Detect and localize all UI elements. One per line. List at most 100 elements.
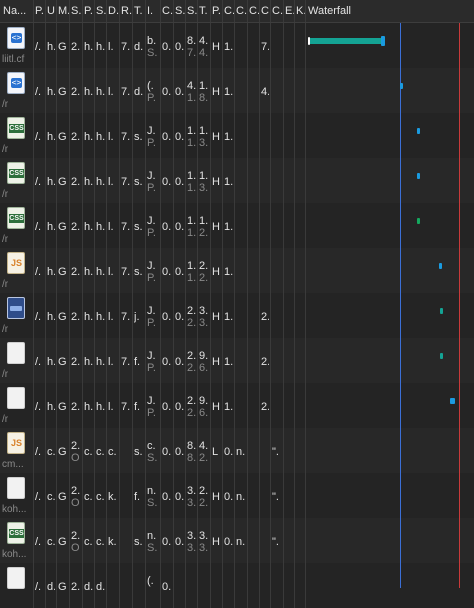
cell-value: 2. — [71, 485, 81, 497]
column-divider[interactable] — [197, 0, 198, 22]
request-name[interactable]: liitl.cf — [2, 54, 24, 65]
waterfall-bar[interactable] — [440, 308, 443, 314]
css-file-icon-glyph: CSS — [9, 169, 24, 178]
column-header-6[interactable]: S. — [96, 0, 106, 22]
column-header-15[interactable]: P. — [212, 0, 222, 22]
cell-c10: (. P. — [147, 68, 159, 113]
column-divider[interactable] — [94, 0, 95, 22]
cell-value: 2. — [261, 356, 269, 368]
column-divider[interactable] — [173, 0, 174, 22]
request-name[interactable]: /r — [2, 144, 8, 155]
column-divider[interactable] — [305, 0, 306, 22]
request-name[interactable]: /r — [2, 279, 8, 290]
cell-c14: 4. 4. — [199, 23, 209, 68]
column-header-0[interactable]: Na... — [3, 0, 33, 22]
column-header-16[interactable]: C. — [224, 0, 234, 22]
cell-subvalue: 1. — [187, 272, 196, 284]
column-divider — [132, 518, 133, 563]
column-header-8[interactable]: R. — [121, 0, 132, 22]
column-header-10[interactable]: I. — [147, 0, 160, 22]
waterfall-bar[interactable] — [308, 38, 384, 44]
column-header-14[interactable]: T. — [199, 0, 210, 22]
column-divider[interactable] — [283, 0, 284, 22]
column-divider[interactable] — [56, 0, 57, 22]
cell-value: c. — [47, 446, 55, 458]
cell-value: h. — [47, 176, 55, 188]
column-divider — [45, 518, 46, 563]
cell-value: c. — [84, 491, 93, 503]
column-header-11[interactable]: C. — [162, 0, 173, 22]
column-divider[interactable] — [45, 0, 46, 22]
column-divider[interactable] — [69, 0, 70, 22]
column-divider — [82, 428, 83, 473]
column-divider[interactable] — [210, 0, 211, 22]
cell-value: l. — [108, 401, 114, 413]
cell-value: h. — [47, 311, 55, 323]
cell-c19 — [261, 473, 269, 518]
column-divider[interactable] — [145, 0, 146, 22]
waterfall-bar[interactable] — [417, 173, 420, 179]
request-name[interactable]: /r — [2, 369, 8, 380]
column-header-9[interactable]: T. — [134, 0, 145, 22]
cell-value: c. — [84, 536, 93, 548]
column-header-7[interactable]: D. — [108, 0, 119, 22]
column-divider[interactable] — [106, 0, 107, 22]
waterfall-bar[interactable] — [400, 83, 403, 89]
column-divider[interactable] — [294, 0, 295, 22]
request-name[interactable]: /r — [2, 324, 8, 335]
request-name[interactable]: /r — [2, 189, 8, 200]
cell-value: 7. — [261, 41, 269, 53]
cell-c16: 1. — [224, 203, 233, 248]
column-divider[interactable] — [160, 0, 161, 22]
waterfall-bar[interactable] — [417, 218, 420, 224]
cell-value: c. — [96, 491, 105, 503]
column-divider — [106, 473, 107, 518]
column-divider[interactable] — [222, 0, 223, 22]
column-divider[interactable] — [119, 0, 120, 22]
request-name[interactable]: /r — [2, 234, 8, 245]
column-divider[interactable] — [234, 0, 235, 22]
dom-content-loaded-line — [400, 23, 401, 588]
column-header-4[interactable]: S. — [71, 0, 82, 22]
cell-value: s. — [134, 536, 143, 548]
column-header-12[interactable]: S. — [175, 0, 185, 22]
column-header-21[interactable]: E. — [285, 0, 294, 22]
column-header-3[interactable]: M. — [58, 0, 69, 22]
column-header-17[interactable]: C. — [236, 0, 247, 22]
cell-value: 1. — [187, 215, 196, 227]
request-name[interactable]: cm... — [2, 459, 24, 470]
column-divider[interactable] — [259, 0, 260, 22]
column-divider[interactable] — [82, 0, 83, 22]
column-divider — [210, 563, 211, 608]
waterfall-bar[interactable] — [439, 263, 442, 269]
column-divider — [185, 428, 186, 473]
cell-c4: 2. — [71, 68, 81, 113]
waterfall-bar[interactable] — [417, 128, 420, 134]
cell-c10: J. P. — [147, 203, 159, 248]
column-header-13[interactable]: S. — [187, 0, 197, 22]
column-divider — [82, 293, 83, 338]
waterfall-header[interactable]: Waterfall — [308, 0, 468, 22]
column-header-18[interactable]: C. — [249, 0, 259, 22]
column-header-5[interactable]: P. — [84, 0, 94, 22]
column-divider[interactable] — [33, 0, 34, 22]
column-header-19[interactable]: C. — [261, 0, 270, 22]
column-divider — [56, 203, 57, 248]
waterfall-bar[interactable] — [450, 398, 455, 404]
column-header-20[interactable]: C. — [272, 0, 283, 22]
cell-value: J. — [147, 215, 156, 227]
column-divider[interactable] — [270, 0, 271, 22]
request-name[interactable]: koh... — [2, 504, 26, 515]
cell-subvalue: 2. — [187, 407, 196, 419]
column-divider[interactable] — [132, 0, 133, 22]
column-divider[interactable] — [185, 0, 186, 22]
waterfall-bar[interactable] — [440, 353, 443, 359]
request-name[interactable]: /r — [2, 414, 8, 425]
request-name[interactable]: /r — [2, 99, 8, 110]
column-divider — [94, 563, 95, 608]
request-name[interactable]: koh... — [2, 549, 26, 560]
cell-c9: f. — [134, 473, 144, 518]
column-header-2[interactable]: U. — [47, 0, 56, 22]
column-header-1[interactable]: P. — [35, 0, 45, 22]
column-divider[interactable] — [247, 0, 248, 22]
